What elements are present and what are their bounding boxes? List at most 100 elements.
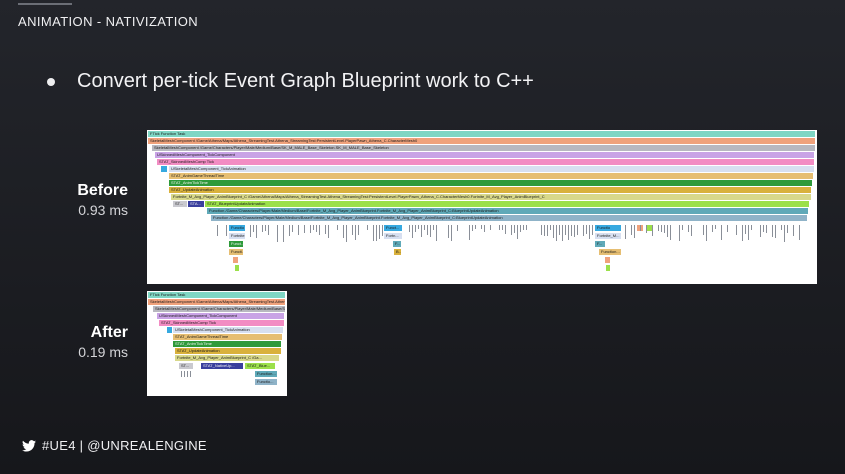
after-bar-8[interactable]: STAT_UpdateAnimation xyxy=(175,348,281,354)
before-tick-mark xyxy=(661,225,662,232)
before-tick-mark xyxy=(421,225,422,237)
before-tick-mark xyxy=(430,225,431,237)
before-bar-7[interactable]: STAT_AnimTickTime xyxy=(169,180,812,186)
after-bar-4[interactable]: STAT_SkinnedMeshComp Tick xyxy=(159,320,284,326)
before-tick-mark xyxy=(745,225,746,234)
before-tick-mark xyxy=(472,225,473,231)
before-tick-mark xyxy=(652,225,653,236)
before-bar-4[interactable]: STAT_SkinnedMeshComp Tick xyxy=(157,159,814,165)
before-tick-mark xyxy=(748,225,749,240)
after-bar-11[interactable]: STAT_NativeUp... xyxy=(201,363,243,369)
before-tick-mark xyxy=(766,225,767,233)
before-bar-function-dots[interactable]: Function... xyxy=(599,249,621,255)
before-bar-11[interactable]: Function /Game/Characters/Player/Male/Me… xyxy=(207,208,808,214)
after-bar-5[interactable]: USkeletalMeshComponent_TickAnimation xyxy=(173,327,283,333)
before-tick-mark xyxy=(511,225,512,235)
before-bar-fortnite[interactable]: Fortnite xyxy=(229,233,245,239)
before-bar-small-3[interactable] xyxy=(233,257,238,263)
before-tick-mark xyxy=(355,225,356,240)
after-tick-mark xyxy=(187,371,188,377)
before-tick-mark xyxy=(289,225,290,236)
footer: #UE4 | @UNREALENGINE xyxy=(22,438,207,453)
before-tick-mark xyxy=(793,225,794,236)
before-bar-functio[interactable]: Functio xyxy=(229,225,245,231)
bullet-point: Convert per-tick Event Graph Blueprint w… xyxy=(47,70,534,93)
before-bar-functi[interactable]: Functi... xyxy=(229,249,243,255)
before-tick-mark xyxy=(559,225,560,235)
before-bar-funct-2[interactable]: Funct... xyxy=(384,225,402,231)
before-tick-mark xyxy=(727,225,728,232)
before-bar-funct[interactable]: Funct... xyxy=(229,241,243,247)
before-bar-2[interactable]: SkeletalMeshComponent /Game/Characters/P… xyxy=(152,145,815,151)
before-tick-mark xyxy=(721,225,722,240)
before-tick-mark xyxy=(265,225,266,231)
after-bar-10[interactable]: ST... xyxy=(179,363,193,369)
before-tick-mark xyxy=(262,225,263,232)
before-tick-mark xyxy=(679,225,680,241)
before-tick-mark xyxy=(574,225,575,237)
after-bar-2[interactable]: SkeletalMeshComponent /Game/Characters/P… xyxy=(153,306,285,312)
before-tick-mark xyxy=(586,225,587,234)
before-tick-mark xyxy=(565,225,566,235)
before-tick-mark xyxy=(304,225,305,233)
before-bar-f[interactable]: F... xyxy=(393,241,401,247)
before-tick-mark xyxy=(469,225,470,240)
before-tick-mark xyxy=(526,225,527,230)
before-tick-mark xyxy=(751,225,752,230)
before-tick-mark xyxy=(415,225,416,232)
before-tick-mark xyxy=(742,225,743,241)
before-bar-small-4[interactable] xyxy=(605,257,610,263)
before-bar-small-6[interactable] xyxy=(606,265,610,271)
before-tick-mark xyxy=(571,225,572,236)
after-bar-7[interactable]: STAT_AnimTickTime xyxy=(173,341,281,347)
before-bar-b[interactable]: B... xyxy=(394,249,401,255)
after-bar-6[interactable]: STAT_AnimGameThreadTime xyxy=(173,334,282,340)
before-tick-mark xyxy=(664,225,665,233)
top-accent-line xyxy=(18,3,72,5)
before-bar-0[interactable]: FTick Function Task xyxy=(148,131,815,137)
before-tick-mark xyxy=(541,225,542,235)
before-bar-3[interactable]: USkinnedMeshComponent_TickComponent xyxy=(155,152,814,158)
before-bar-f-3[interactable]: F... xyxy=(595,241,605,247)
after-bar-1[interactable]: SkeletalMeshComponent /Game/Athena/Maps/… xyxy=(148,299,285,305)
before-tick-mark xyxy=(412,225,413,238)
after-bar-3[interactable]: USkinnedMeshComponent_TickComponent xyxy=(157,313,284,319)
before-tick-mark xyxy=(736,225,737,235)
before-tick-mark xyxy=(316,225,317,232)
before-bar-st[interactable]: ST... xyxy=(173,201,187,207)
after-bar-14[interactable]: Functio... xyxy=(255,379,277,385)
twitter-icon xyxy=(22,439,36,452)
before-tick-mark xyxy=(505,225,506,234)
before-bar-fortn[interactable]: Fortn... xyxy=(384,233,402,239)
before-bar-1[interactable]: SkeletalMeshComponent /Game/Athena/Maps/… xyxy=(148,138,815,144)
after-bar-4b[interactable] xyxy=(167,327,172,333)
after-bar-0[interactable]: FTick Function Task xyxy=(148,292,285,298)
before-tick-mark xyxy=(292,225,293,232)
before-tick-mark xyxy=(625,225,626,239)
before-bar-6[interactable]: STAT_AnimGameThreadTime xyxy=(169,173,813,179)
before-bar-5[interactable]: USkeletalMeshComponent_TickAnimation xyxy=(169,166,814,172)
before-bar-sta[interactable]: STA... xyxy=(188,201,204,207)
before-bar-fortnite-m[interactable]: Fortnite_M... xyxy=(595,233,621,239)
after-flame-graph: FTick Function Task SkeletalMeshComponen… xyxy=(147,291,287,396)
before-bar-small-5[interactable] xyxy=(235,265,239,271)
after-bar-12[interactable]: STAT_Blue... xyxy=(245,363,275,369)
before-tick-mark xyxy=(682,225,683,230)
before-tick-mark xyxy=(688,225,689,232)
before-tick-mark xyxy=(256,225,257,238)
before-bar-8[interactable]: STAT_UpdateAnimation xyxy=(169,187,811,193)
before-bar-10[interactable]: STAT_BlueprintUpdateAnimation xyxy=(205,201,809,207)
before-bar-12[interactable]: Function /Game/Characters/Player/Male/Me… xyxy=(211,215,807,221)
before-tick-mark xyxy=(226,225,227,236)
after-tick-mark xyxy=(190,371,191,377)
after-bar-9[interactable]: Fortnite_M_Avg_Player_AnimBlueprint_C /G… xyxy=(175,355,279,361)
before-tick-mark xyxy=(367,225,368,230)
before-tick-mark xyxy=(343,225,344,238)
before-bar-functio-3[interactable]: Functio xyxy=(595,225,621,231)
before-bar-4b[interactable] xyxy=(161,166,167,172)
before-tick-mark xyxy=(451,225,452,241)
after-bar-13[interactable]: Function... xyxy=(255,371,277,377)
before-tick-mark xyxy=(337,225,338,230)
before-bar-9[interactable]: Fortnite_M_Avg_Player_AnimBlueprint_C /G… xyxy=(171,194,811,200)
before-tick-mark xyxy=(358,225,359,235)
